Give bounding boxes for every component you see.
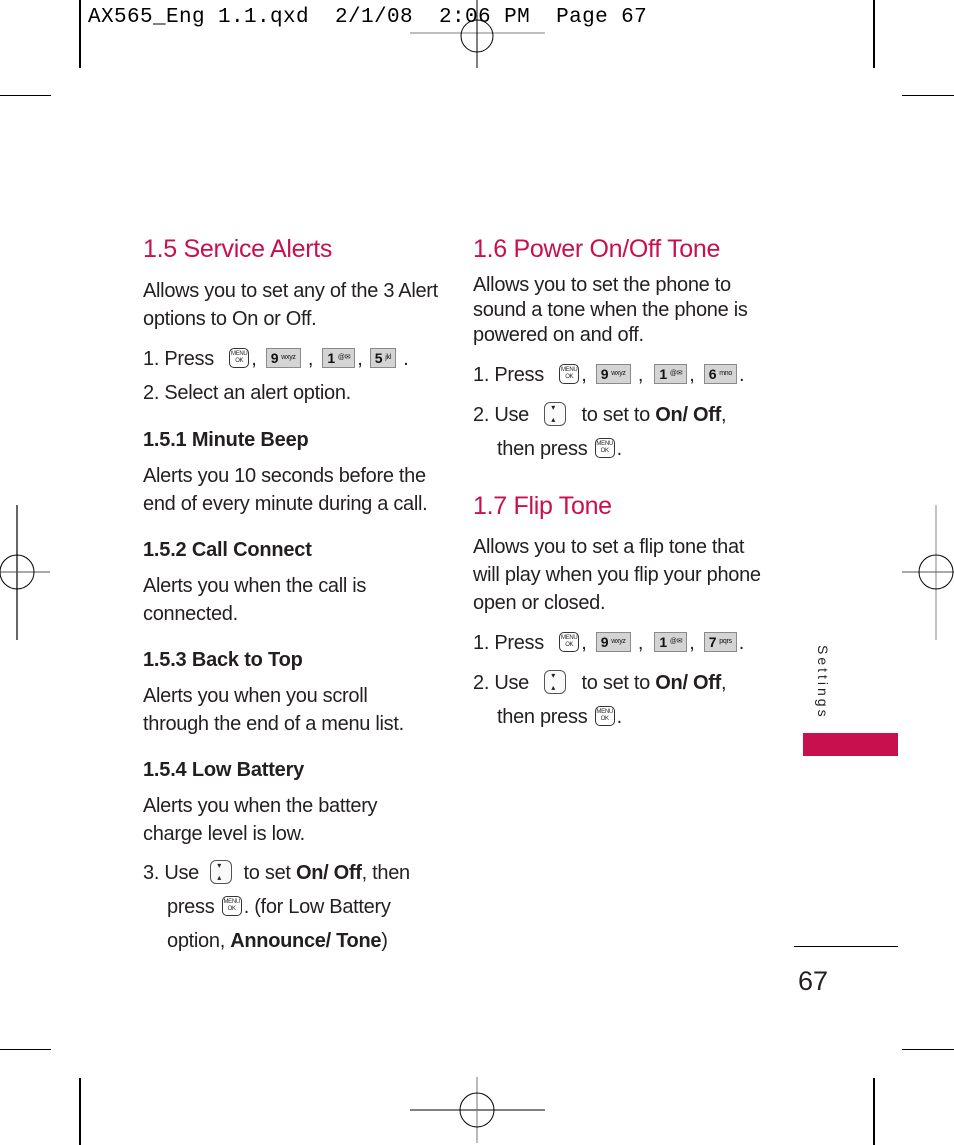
subsection-title: 1.5.3 Back to Top (143, 649, 303, 671)
step-text: , then (361, 862, 411, 884)
key-1-icon: 1 @✉ (654, 631, 688, 652)
step-text: 1. Press (473, 632, 544, 654)
crop-mark (79, 1078, 81, 1145)
menu-ok-key-icon: MENU OK (221, 895, 242, 916)
option-announce-tone: Announce/ Tone (230, 930, 382, 952)
key-9-icon: 9 wxyz (265, 347, 301, 368)
step-text: to set (243, 862, 291, 884)
subsection-body: Alerts you when you scroll through the e… (143, 685, 404, 735)
menu-ok-key-icon: MENU OK (559, 631, 580, 652)
section-title: 1.6 Power On/Off Tone (473, 235, 721, 263)
subsection-title: 1.5.4 Low Battery (143, 759, 305, 781)
section-title: 1.7 Flip Tone (473, 492, 612, 520)
step-2: 2. Select an alert option. (143, 382, 351, 404)
chapter-tab-label: Settings (815, 645, 831, 720)
up-down-nav-key-icon (544, 659, 567, 705)
step-text: then press (497, 706, 588, 728)
key-1-icon: 1 @✉ (654, 363, 688, 384)
subsection-call-connect: 1.5.2 Call Connect Alerts you when the c… (143, 537, 443, 628)
crop-mark (79, 0, 81, 68)
step-text: ) (381, 930, 388, 952)
option-on-off: On/ Off (295, 862, 362, 884)
key-6-icon: 6 mno (703, 363, 737, 384)
crop-mark (873, 0, 875, 68)
section-intro: Allows you to set any of the 3 Alert opt… (143, 280, 438, 330)
crop-mark (0, 1049, 51, 1050)
subsection-body: Alerts you 10 seconds before the end of … (143, 465, 428, 515)
option-on-off: On/ Off (655, 672, 721, 694)
menu-ok-key-icon: MENU OK (559, 363, 580, 384)
option-on-off: On/ Off (655, 404, 721, 426)
step-text: press (167, 896, 215, 918)
step-text: 1. Press (143, 348, 214, 370)
section-flip-tone: 1.7 Flip Tone Allows you to set a flip t… (473, 491, 773, 734)
key-9-icon: 9 wxyz (595, 363, 631, 384)
step-2-cont: then press MENU OK. (497, 437, 622, 460)
menu-ok-key-icon: MENU OK (229, 347, 250, 368)
section-intro: Allows you to set a flip tone that will … (473, 536, 761, 614)
step-text: 2. Use (473, 672, 530, 694)
step-text: to set to (581, 672, 651, 694)
subsection-body: Alerts you when the battery charge level… (143, 795, 378, 845)
key-5-icon: 5 jkl (369, 347, 396, 368)
step-2-cont: then press MENU OK. (497, 705, 622, 728)
step-2: 2. Use to set to On/ Off, (473, 391, 773, 437)
page-number-rule (794, 946, 898, 947)
step-text: 1. Press (473, 364, 544, 386)
key-1-icon: 1 @✉ (322, 347, 356, 368)
crop-mark (873, 1078, 875, 1145)
crop-mark (902, 95, 954, 96)
step-text: . (for Low Battery (243, 896, 391, 918)
up-down-nav-key-icon (544, 391, 567, 437)
section-power-tone: 1.6 Power On/Off Tone Allows you to set … (473, 234, 773, 466)
step-1: 1. Press MENU OK, 9 wxyz , 1 @✉, 6 mno. (473, 363, 745, 386)
section-title: 1.5 Service Alerts (143, 235, 333, 263)
subsection-title: 1.5.1 Minute Beep (143, 429, 309, 451)
menu-ok-key-icon: MENU OK (594, 705, 615, 726)
menu-ok-key-icon: MENU OK (594, 437, 615, 458)
key-9-icon: 9 wxyz (595, 631, 631, 652)
step-3: 3. Use to set On/ Off, then (143, 849, 443, 895)
subsection-low-battery: 1.5.4 Low Battery Alerts you when the ba… (143, 757, 443, 848)
step-text: 2. Use (473, 404, 530, 426)
step-text: then press (497, 438, 588, 460)
crop-mark (0, 95, 51, 96)
step-3-cont: option, Announce/ Tone) (143, 924, 443, 958)
section-service-alerts: 1.5 Service Alerts Allows you to set any… (143, 234, 443, 958)
registration-mark-right (902, 505, 954, 640)
step-2: 2. Use to set to On/ Off, (473, 659, 773, 705)
up-down-nav-key-icon (210, 849, 233, 895)
crop-mark (902, 1049, 954, 1050)
subsection-title: 1.5.2 Call Connect (143, 539, 312, 561)
registration-mark-left (0, 505, 50, 640)
step-3-cont: press MENU OK. (for Low Battery (143, 890, 443, 924)
step-1: 1. Press MENU OK, 9 wxyz , 1 @✉, 7 pqrs. (473, 631, 744, 654)
page-number: 67 (798, 966, 829, 996)
registration-mark-top (410, 0, 545, 68)
step-text: option, (167, 930, 225, 952)
step-text: to set to (581, 404, 651, 426)
registration-mark-bottom (410, 1077, 545, 1143)
step-text: 3. Use (143, 862, 200, 884)
key-7-icon: 7 pqrs (703, 631, 737, 652)
subsection-body: Alerts you when the call is connected. (143, 575, 367, 625)
chapter-tab-bar (803, 733, 898, 756)
step-1: 1. Press MENU OK, 9 wxyz , 1 @✉, 5 jkl . (143, 347, 409, 370)
print-slug: AX565_Eng 1.1.qxd 2/1/08 2:06 PM Page 67 (88, 6, 648, 29)
subsection-minute-beep: 1.5.1 Minute Beep Alerts you 10 seconds … (143, 427, 443, 518)
section-intro: Allows you to set the phone to sound a t… (473, 274, 748, 346)
subsection-back-to-top: 1.5.3 Back to Top Alerts you when you sc… (143, 647, 443, 738)
